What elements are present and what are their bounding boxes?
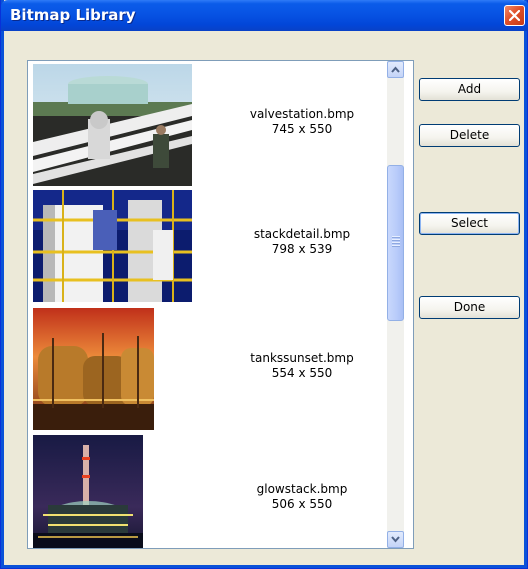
list-item[interactable]: stackdetail.bmp 798 x 539 xyxy=(28,187,386,305)
scroll-up-button[interactable] xyxy=(387,61,404,78)
delete-button[interactable]: Delete xyxy=(419,124,520,147)
bitmap-list[interactable]: valvestation.bmp 745 x 550 stackdetail.b… xyxy=(27,60,414,549)
list-item[interactable]: tankssunset.bmp 554 x 550 xyxy=(28,305,386,432)
close-icon xyxy=(509,10,520,21)
bitmap-filename: glowstack.bmp xyxy=(256,482,348,496)
thumbnail-image xyxy=(33,435,143,548)
scrollbar-thumb[interactable] xyxy=(387,165,404,321)
arrow-up-icon xyxy=(391,66,400,73)
bitmap-dimensions: 506 x 550 xyxy=(271,497,333,511)
close-button[interactable] xyxy=(504,5,525,26)
list-item[interactable]: valvestation.bmp 745 x 550 xyxy=(28,61,386,187)
bitmap-dimensions: 745 x 550 xyxy=(271,122,333,136)
list-item[interactable]: glowstack.bmp 506 x 550 xyxy=(28,432,386,548)
bitmap-filename: stackdetail.bmp xyxy=(253,227,351,241)
thumbnail-image xyxy=(33,308,154,430)
bitmap-dimensions: 798 x 539 xyxy=(271,242,333,256)
done-button[interactable]: Done xyxy=(419,296,520,319)
add-button[interactable]: Add xyxy=(419,78,520,101)
select-button[interactable]: Select xyxy=(419,212,520,235)
title-bar[interactable]: Bitmap Library xyxy=(1,0,528,31)
thumbnail-image xyxy=(33,64,192,186)
window-title: Bitmap Library xyxy=(10,6,136,24)
bitmap-filename: valvestation.bmp xyxy=(249,107,355,121)
bitmap-filename: tankssunset.bmp xyxy=(250,351,354,365)
bitmap-dimensions: 554 x 550 xyxy=(271,366,333,380)
arrow-down-icon xyxy=(391,536,400,543)
thumbnail-image xyxy=(33,190,192,302)
vertical-scrollbar[interactable] xyxy=(387,61,404,548)
scroll-down-button[interactable] xyxy=(387,531,404,548)
bitmap-library-dialog: Bitmap Library valvestation.bmp 745 x 55… xyxy=(0,0,528,569)
